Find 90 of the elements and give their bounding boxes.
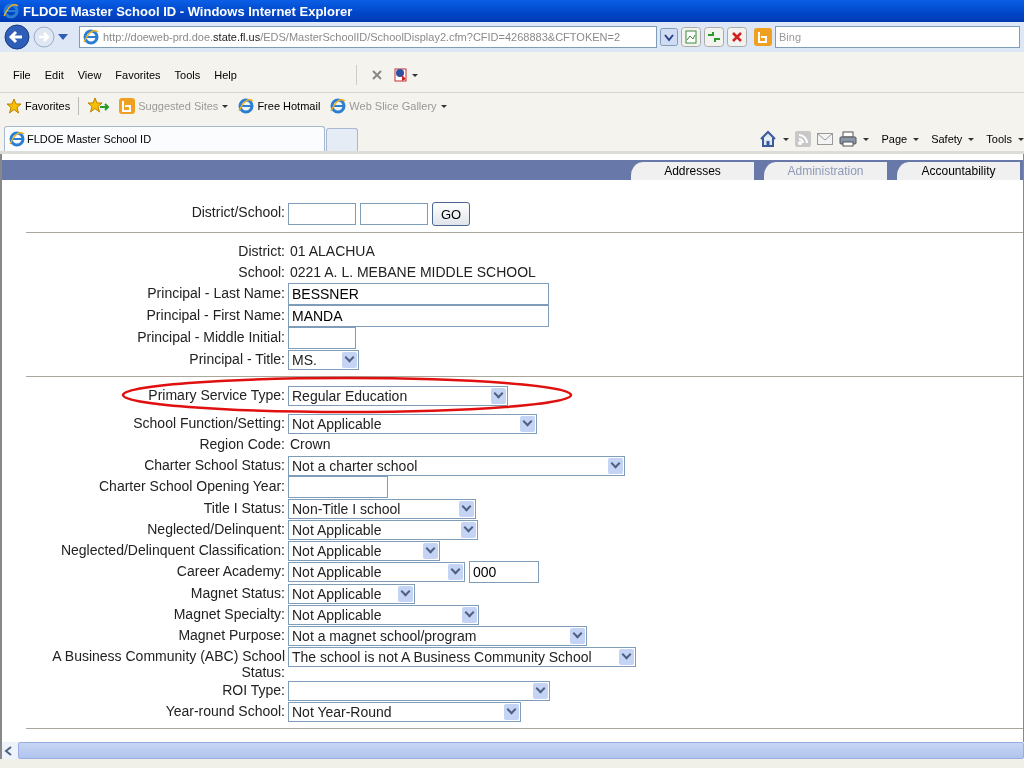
menu-item[interactable]: Help [207,69,244,81]
field-label: Charter School Opening Year: [98,477,285,494]
caret-icon[interactable] [1018,137,1024,141]
field-label: Magnet Status: [189,584,285,601]
field-label: Magnet Purpose: [177,626,285,643]
field-label: Primary Service Type: [147,386,285,403]
dropdown[interactable] [288,680,550,701]
field-label: District/School: [190,203,285,220]
menu-item[interactable]: Edit [37,69,71,81]
browser-tab[interactable]: FLDOE Master School ID [4,126,325,151]
text-field[interactable]: BESSNER [288,283,549,305]
browser-logo-icon[interactable] [3,3,19,19]
field-label: School Function/Setting: [132,414,285,431]
menu-item[interactable]: Tools [167,69,208,81]
menu-item[interactable]: File [6,69,38,81]
dropdown[interactable]: Not a magnet school/program [288,625,587,646]
command-menu[interactable]: Tools [986,133,1012,145]
dropdown[interactable]: Regular Education [288,385,508,406]
field-label: Neglected/Delinquent: [146,520,285,537]
mail-icon[interactable] [817,133,834,145]
menu-item[interactable]: View [70,69,109,81]
page-tab[interactable]: Accountability [895,162,1020,180]
field-label: Region Code: [198,435,285,452]
search-provider-icon[interactable] [754,28,772,46]
dropdown[interactable]: Not Applicable [288,413,537,434]
window-title: FLDOE Master School ID - Windows Internet Explorer [23,3,353,19]
caret-icon[interactable] [968,137,975,141]
field-value: 01 ALACHUA [289,244,375,259]
text-field[interactable]: 000 [469,561,539,583]
field-label: Magnet Specialty: [172,605,285,622]
text-field[interactable] [288,327,356,349]
field-label: Principal - Middle Initial: [136,328,285,345]
field-label: Charter School Status: [143,456,285,473]
field-label: ROI Type: [221,681,285,698]
favorites-link[interactable]: Free Hotmail [238,98,321,114]
favorites-label: Favorites [25,100,71,112]
field-value: Crown [289,437,331,452]
field-label: Principal - Last Name: [146,284,285,301]
field-label: A Business Community (ABC) School Status: [51,647,285,680]
command-menu[interactable]: Page [881,133,908,145]
caret-icon[interactable] [913,137,920,141]
field-value: 0221 A. L. MEBANE MIDDLE SCHOOL [289,265,536,280]
caret-icon[interactable] [863,137,870,141]
field-label: Principal - Title: [188,350,285,367]
text-field[interactable] [288,203,356,225]
dropdown[interactable]: Not Applicable [288,583,415,604]
dropdown[interactable]: Not Applicable [288,540,440,561]
add-on-icon[interactable] [392,67,419,83]
caret-icon[interactable] [783,137,790,141]
go-button[interactable]: GO [432,202,471,226]
text-field[interactable] [360,203,428,225]
favorites-button[interactable]: Favorites [6,98,71,114]
dropdown[interactable]: Not Applicable [288,604,479,625]
text-field[interactable] [288,476,388,498]
field-label: Title I Status: [202,499,285,516]
dropdown[interactable]: Not Year-Round [288,701,521,722]
field-label: School: [237,263,285,280]
stop-button[interactable] [727,27,747,47]
dropdown[interactable]: Non-Title I school [288,498,476,519]
dropdown[interactable]: Not a charter school [288,455,625,476]
back-button[interactable] [4,24,30,50]
menu-item[interactable]: Favorites [108,69,168,81]
field-label: District: [237,242,285,259]
page-tab[interactable]: Addresses [629,162,754,180]
close-icon[interactable] [370,69,383,81]
page-icon [9,131,25,147]
command-menu[interactable]: Safety [931,133,963,145]
page-icon [330,98,347,114]
dropdown[interactable]: The school is not A Business Community School [288,646,636,667]
field-label: Year-round School: [164,702,285,719]
field-label: Principal - First Name: [145,306,285,323]
url-dropdown-button[interactable] [660,28,678,46]
dropdown[interactable]: MS. [288,349,359,370]
text-field[interactable]: MANDA [288,305,549,327]
field-label: Neglected/Delinquent Classification: [59,541,285,558]
home-icon[interactable] [759,130,778,148]
history-dropdown-icon[interactable] [58,34,68,40]
add-favorite-icon[interactable] [87,97,110,115]
search-field[interactable]: Bing [775,26,1020,48]
forward-button[interactable] [33,26,55,48]
provider-icon [119,98,136,114]
print-icon[interactable] [839,131,858,147]
page-icon[interactable] [83,29,99,45]
address-field[interactable]: http://doeweb-prd.doe.state.fl.us/EDS/MasterSchoolID/SchoolDisplay2.cfm?CFID=4268883&CFTOKEN=2 [79,26,657,48]
refresh-button[interactable] [704,27,724,47]
star-icon[interactable] [6,98,22,114]
field-label: Career Academy: [175,562,285,579]
dropdown[interactable]: Not Applicable [288,562,465,582]
page-icon [238,98,255,114]
dropdown[interactable]: Not Applicable [288,519,478,540]
